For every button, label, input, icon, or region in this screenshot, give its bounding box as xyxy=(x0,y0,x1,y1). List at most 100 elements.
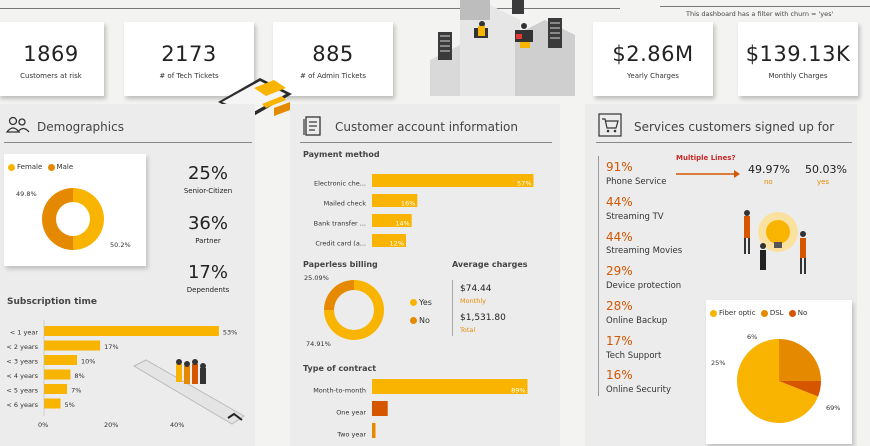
legend-yes-label: Yes xyxy=(419,298,432,307)
idea-bulb-illustration xyxy=(744,210,806,274)
paperless-title: Paperless billing xyxy=(303,260,378,269)
multiple-no-label: no xyxy=(764,178,773,186)
filter-note: This dashboard has a filter with churn =… xyxy=(686,10,834,18)
avg-charges-rule xyxy=(452,280,453,336)
paperless-legend-no: No xyxy=(410,316,430,325)
internet-fiber-pct: 69% xyxy=(826,404,841,412)
bar-value-label: 10% xyxy=(81,358,95,366)
bar-category-label: < 1 year xyxy=(10,329,39,337)
payment-chart: Electronic che... 57% Mailed check 16% Bank … xyxy=(314,174,534,248)
bar-category-label: < 5 years xyxy=(6,387,38,395)
bar-value-label: 8% xyxy=(74,372,84,380)
legend-female-dot xyxy=(8,163,15,171)
gender-male-pct: 50.2% xyxy=(110,241,131,249)
bar-value-label: 57% xyxy=(517,180,531,188)
people-icon xyxy=(6,116,30,133)
subscription-title: Subscription time xyxy=(7,297,97,307)
bar-category-label: Electronic che... xyxy=(314,180,366,188)
kpi-label: Monthly Charges xyxy=(768,72,828,80)
avg-total-value: $1,531.80 xyxy=(460,313,506,323)
bar-value-label: 7% xyxy=(71,387,81,395)
service-phone-pct: 91% xyxy=(606,160,633,174)
service-phone-name: Phone Service xyxy=(606,177,667,187)
stat-dependents: 17% Dependents xyxy=(170,262,246,294)
legend-no-dot xyxy=(788,309,796,317)
panel-title-rule xyxy=(4,142,252,143)
kpi-yearly-charges: $2.86M Yearly Charges xyxy=(593,22,713,96)
service-streaming-movies-name: Streaming Movies xyxy=(606,246,683,256)
kpi-value: $139.13K xyxy=(745,42,851,66)
arrow-right-icon xyxy=(676,170,740,178)
legend-no-label: No xyxy=(797,309,808,317)
bar-value-label: 89% xyxy=(511,387,525,395)
treadmill-illustration xyxy=(132,359,245,425)
donut-hole xyxy=(56,202,90,236)
kpi-value: $2.86M xyxy=(612,42,694,66)
bar xyxy=(44,326,219,336)
legend-no-label: No xyxy=(419,316,430,325)
contract-chart: Month-to-month 89% One year Two year xyxy=(313,379,528,439)
paperless-donut-chart xyxy=(324,280,384,340)
demographics-title: Demographics xyxy=(37,120,124,134)
stat-value: 36% xyxy=(187,213,228,234)
bar-category-label: One year xyxy=(336,409,366,417)
account-title: Customer account information xyxy=(335,120,518,134)
internet-no-pct: 6% xyxy=(747,333,758,341)
stat-partner: 36% Partner xyxy=(170,213,246,245)
service-streaming-tv-name: Streaming TV xyxy=(606,212,664,222)
paperless-no-pct: 74.91% xyxy=(306,340,331,348)
shopping-cart-icon xyxy=(598,113,622,137)
header-rule-right xyxy=(660,6,870,7)
avg-monthly-value: $74.44 xyxy=(460,284,492,294)
legend-male-label: Male xyxy=(56,163,74,171)
service-streaming-tv-pct: 44% xyxy=(606,195,633,209)
gender-donut-chart xyxy=(42,188,105,250)
multiple-yes-value: 50.03% xyxy=(805,163,847,176)
stat-label: Senior-Citizen xyxy=(183,187,233,195)
bar-value-label: 5% xyxy=(65,401,75,409)
bar-category-label: Mailed check xyxy=(324,200,367,208)
kpi-monthly-charges: $139.13K Monthly Charges xyxy=(738,22,858,96)
sub-axis-0: 0% xyxy=(38,421,49,429)
service-device-protection-pct: 29% xyxy=(606,264,633,278)
bar xyxy=(372,401,388,416)
service-streaming-movies-pct: 44% xyxy=(606,230,633,244)
bar-category-label: Bank transfer ... xyxy=(314,220,366,228)
kpi-value: 2173 xyxy=(161,42,217,66)
legend-dsl-dot xyxy=(760,309,768,317)
bar-category-label: < 4 years xyxy=(6,372,38,380)
legend-fiber-label: Fiber optic xyxy=(719,309,756,317)
service-online-security-name: Online Security xyxy=(606,385,672,395)
multiple-lines-label: Multiple Lines? xyxy=(676,154,736,162)
internet-pie-chart xyxy=(737,339,821,423)
kpi-customers-at-risk: 1869 Customers at risk xyxy=(0,22,104,96)
services-divider xyxy=(598,156,599,396)
avg-monthly-label: Monthly xyxy=(460,297,487,305)
panel-title-rule xyxy=(300,142,552,143)
legend-fiber-dot xyxy=(710,309,717,317)
bar xyxy=(372,423,376,438)
stat-label: Dependents xyxy=(186,286,230,294)
service-online-backup-name: Online Backup xyxy=(606,316,668,326)
bar xyxy=(44,340,101,351)
panel-title-rule xyxy=(596,142,852,143)
bar-category-label: < 2 years xyxy=(6,343,38,351)
legend-yes-dot xyxy=(410,299,417,306)
paperless-legend-yes: Yes xyxy=(410,298,432,307)
gender-legend: Female Male xyxy=(8,163,73,171)
contract-title: Type of contract xyxy=(303,364,377,373)
bar xyxy=(44,355,77,365)
paperless-yes-pct: 25.09% xyxy=(304,274,329,282)
stat-senior: 25% Senior-Citizen xyxy=(170,163,246,195)
bar xyxy=(44,369,71,380)
legend-no-dot xyxy=(410,317,417,324)
service-online-security-pct: 16% xyxy=(606,368,633,382)
legend-male-dot xyxy=(47,163,55,171)
kpi-value: 1869 xyxy=(23,42,79,66)
bar-category-label: Month-to-month xyxy=(313,387,366,395)
pie-slice xyxy=(779,339,821,381)
legend-female-label: Female xyxy=(17,163,43,171)
gender-female-pct: 49.8% xyxy=(16,190,37,198)
bar-value-label: 53% xyxy=(223,329,237,337)
bar-category-label: < 3 years xyxy=(6,358,38,366)
